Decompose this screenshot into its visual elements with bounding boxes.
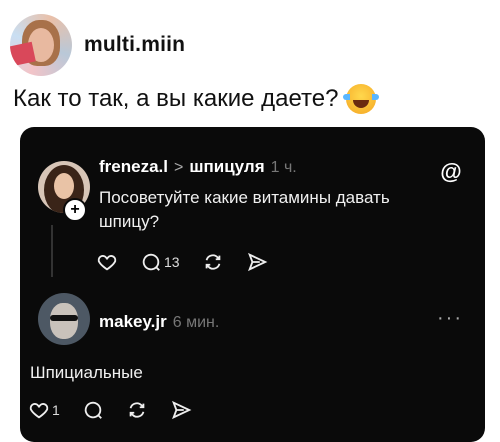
like-button[interactable] <box>96 251 118 273</box>
like-button[interactable]: 1 <box>28 399 60 421</box>
repost-button[interactable] <box>202 251 224 273</box>
reply-avatar-makey[interactable] <box>38 293 90 345</box>
post-author-avatar[interactable] <box>10 14 72 76</box>
reply-timestamp: 1 ч. <box>270 159 297 176</box>
send-icon <box>171 400 192 420</box>
chevron-right-icon: > <box>173 159 184 176</box>
reply-header: makey.jr 6 мин. <box>99 312 219 332</box>
post-header: multi.miin <box>10 14 185 76</box>
reply-timestamp: 6 мин. <box>172 314 220 331</box>
share-button[interactable] <box>246 251 268 273</box>
share-button[interactable] <box>170 399 192 421</box>
repost-icon <box>205 254 220 270</box>
comment-button[interactable] <box>82 399 104 421</box>
post-caption-text: Как то так, а вы какие даете? <box>13 85 339 112</box>
reply-actions: 1 <box>28 399 214 421</box>
post-author-username[interactable]: multi.miin <box>84 33 185 57</box>
heart-icon <box>29 403 49 419</box>
comment-icon <box>142 253 160 271</box>
reply-username[interactable]: makey.jr <box>99 312 167 332</box>
reply-text: Шпициальные <box>30 363 143 382</box>
more-options-icon[interactable]: ··· <box>437 308 463 328</box>
avatar-glasses <box>50 315 78 321</box>
avatar-head <box>50 303 78 339</box>
laughing-emoji-icon <box>343 84 380 114</box>
avatar-face <box>54 173 74 199</box>
thread-connector-line <box>51 225 53 277</box>
heart-icon <box>97 255 117 271</box>
embedded-threads-screenshot: @ + freneza.l > шпицуля 1 ч. Посоветуйте… <box>20 127 485 442</box>
like-count: 1 <box>52 402 60 418</box>
comment-icon <box>84 401 102 419</box>
send-icon <box>247 252 267 272</box>
follow-plus-icon[interactable]: + <box>63 198 87 222</box>
reply-username[interactable]: freneza.l <box>99 157 168 177</box>
reply-text: Посоветуйте какие витамины давать шпицу? <box>99 188 390 231</box>
repost-button[interactable] <box>126 399 148 421</box>
reply-header: freneza.l > шпицуля 1 ч. <box>99 157 297 177</box>
reply-to-username[interactable]: шпицуля <box>189 157 264 177</box>
comment-button[interactable]: 13 <box>140 251 180 273</box>
repost-icon <box>129 402 145 418</box>
comment-count: 13 <box>164 254 180 270</box>
post-caption: Как то так, а вы какие даете? <box>13 84 380 114</box>
threads-logo-icon[interactable]: @ <box>439 160 463 184</box>
reply-actions: 13 <box>96 251 290 273</box>
